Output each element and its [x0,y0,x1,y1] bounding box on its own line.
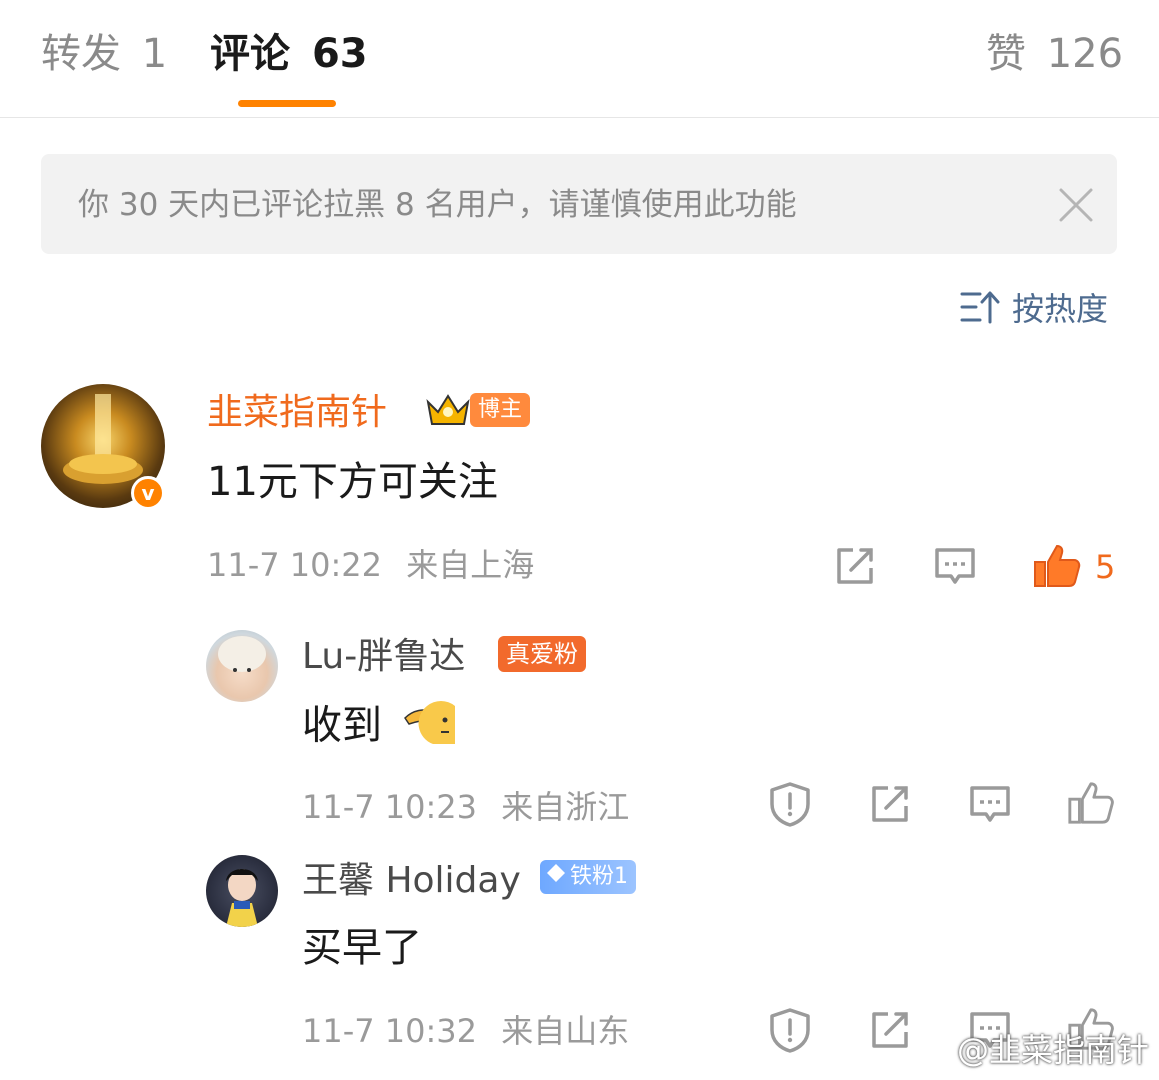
active-tab-indicator [238,100,336,107]
tab-likes-count: 126 [1046,31,1124,77]
reply-username[interactable]: 王馨 Holiday [302,858,521,904]
iron-fan-badge-label: 铁粉1 [570,864,628,889]
report-icon[interactable] [766,780,814,828]
share-icon[interactable] [866,1006,914,1054]
reply-text: 买早了 [302,925,422,971]
iron-fan-badge: 铁粉1 [540,860,636,894]
sort-icon [960,291,1000,324]
like-icon-active[interactable] [1031,540,1083,592]
share-icon[interactable] [866,780,914,828]
reply-text-value: 收到 [302,702,382,749]
avatar-art [218,636,266,672]
report-icon[interactable] [766,1006,814,1054]
reply-location: 来自浙江 [501,788,630,826]
tab-repost[interactable]: 转发 1 [41,28,167,80]
watermark: @韭菜指南针 [917,1030,1149,1072]
sort-label: 按热度 [1012,290,1109,328]
avatar[interactable] [206,630,278,702]
notice-text: 你 30 天内已评论拉黑 8 名用户，请谨慎使用此功能 [78,187,797,223]
reply-time-value: 11-7 10:32 [302,1012,478,1050]
tab-likes-label: 赞 [986,31,1026,77]
blogger-badge: 博主 [470,393,531,427]
avatar[interactable] [206,855,278,927]
reply-username[interactable]: Lu-胖鲁达 [302,634,465,680]
crown-icon [424,390,472,430]
tab-repost-count: 1 [141,31,168,77]
comment-location: 来自上海 [406,546,535,584]
blacklist-notice: 你 30 天内已评论拉黑 8 名用户，请谨慎使用此功能 [41,154,1117,254]
avatar-art [226,869,258,927]
tab-comments-label: 评论 [210,31,290,77]
tab-comments-count: 63 [311,31,368,77]
comment-like-count: 5 [1095,548,1116,586]
sort-by-heat-button[interactable]: 按热度 [960,282,1108,332]
true-fan-badge: 真爱粉 [498,636,586,672]
tabs-divider [0,117,1159,118]
comment-time: 11-7 10:22 来自上海 [207,544,534,586]
tab-comments[interactable]: 评论 63 [210,28,368,80]
reply-icon[interactable] [931,542,979,590]
reply-icon[interactable] [966,780,1014,828]
like-icon[interactable] [1066,778,1116,828]
share-icon[interactable] [831,542,879,590]
tab-repost-label: 转发 [41,31,121,77]
reply-text: 收到 [302,698,455,757]
pointing-emoji-icon [403,698,455,757]
weibo-logo-icon [917,1032,953,1072]
reply-time: 11-7 10:32 来自山东 [302,1010,629,1052]
diamond-icon [546,860,566,894]
comment-text: 11元下方可关注 [207,459,498,505]
verified-badge-icon: v [131,476,165,510]
reply-time: 11-7 10:23 来自浙江 [302,786,629,828]
watermark-text: @韭菜指南针 [956,1031,1149,1069]
close-icon[interactable] [1055,184,1097,226]
comment-time-value: 11-7 10:22 [207,546,383,584]
reply-location: 来自山东 [501,1012,630,1050]
tab-likes[interactable]: 赞 126 [986,28,1123,80]
reply-time-value: 11-7 10:23 [302,788,478,826]
comment-username[interactable]: 韭菜指南针 [207,390,387,436]
